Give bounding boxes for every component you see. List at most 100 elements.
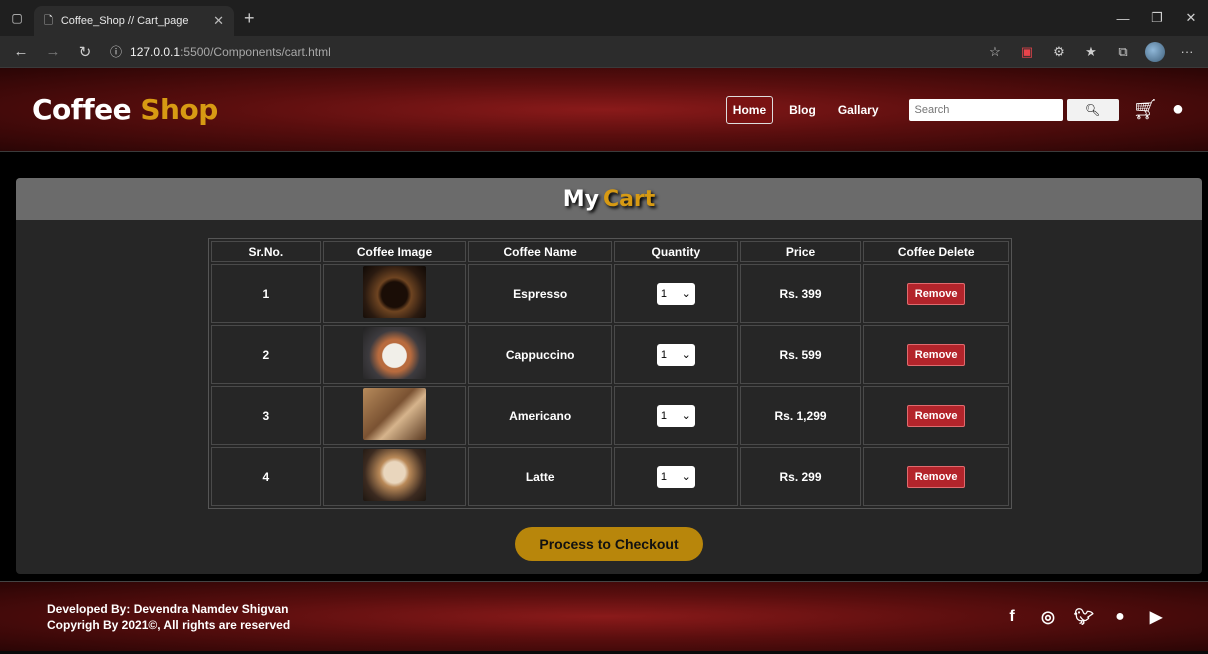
search-icon: 🔍︎ bbox=[1084, 102, 1101, 117]
cart-title-accent: Cart bbox=[602, 186, 656, 212]
coffee-name: Americano bbox=[468, 386, 613, 445]
pocket-icon[interactable]: ▣ bbox=[1014, 39, 1040, 65]
url-path: :5500/Components/cart.html bbox=[180, 44, 331, 59]
profile-avatar[interactable] bbox=[1142, 39, 1168, 65]
chevron-down-icon: ⌄ bbox=[681, 471, 691, 483]
new-tab-icon[interactable]: + bbox=[244, 8, 255, 29]
quantity-select[interactable]: 1 ⌄ bbox=[656, 404, 695, 427]
youtube-icon[interactable]: ▶ bbox=[1144, 605, 1168, 629]
tab-title: Coffee_Shop // Cart_page bbox=[60, 15, 189, 27]
add-favorite-icon[interactable]: ☆ bbox=[982, 39, 1008, 65]
collections-icon[interactable]: ⧉ bbox=[1110, 39, 1136, 65]
minimize-icon[interactable]: — bbox=[1106, 0, 1140, 36]
column-header: Coffee Image bbox=[322, 241, 467, 262]
remove-button[interactable]: Remove bbox=[907, 404, 966, 427]
coffee-image-cell bbox=[322, 447, 467, 506]
search-input[interactable] bbox=[908, 98, 1063, 121]
back-icon[interactable]: ← bbox=[8, 39, 34, 65]
column-header: Price bbox=[739, 241, 862, 262]
price: Rs. 599 bbox=[739, 325, 862, 384]
column-header: Coffee Name bbox=[468, 241, 613, 262]
browser-tools: ☆ ▣ ⚙ ★ ⧉ ··· bbox=[982, 39, 1200, 65]
brand-accent: Shop bbox=[140, 93, 218, 126]
more-menu-icon[interactable]: ··· bbox=[1174, 39, 1200, 65]
price: Rs. 1,299 bbox=[739, 386, 862, 445]
cart-title-main: My bbox=[562, 186, 599, 212]
site-logo[interactable]: Coffee Shop bbox=[32, 93, 218, 126]
search-form: 🔍︎ bbox=[908, 98, 1119, 121]
address-bar[interactable]: ⓘ 127.0.0.1:5500/Components/cart.html bbox=[104, 39, 976, 65]
delete-cell: Remove bbox=[863, 264, 1009, 323]
table-row: 3 Americano 1 ⌄ Rs. 1,299 Remove bbox=[211, 386, 1009, 445]
site-header: Coffee Shop Home Blog Gallary 🔍︎ 🛒︎ ● bbox=[0, 68, 1208, 152]
chevron-down-icon: ⌄ bbox=[681, 288, 691, 300]
column-header: Coffee Delete bbox=[863, 241, 1009, 262]
search-button[interactable]: 🔍︎ bbox=[1066, 98, 1119, 121]
close-tab-icon[interactable]: ✕ bbox=[213, 13, 224, 29]
quantity-value: 1 bbox=[660, 348, 667, 361]
chevron-down-icon: ⌄ bbox=[681, 410, 691, 422]
coffee-image bbox=[363, 266, 427, 318]
restore-icon[interactable]: ❐ bbox=[1140, 0, 1174, 36]
price: Rs. 399 bbox=[739, 264, 862, 323]
quantity-select[interactable]: 1 ⌄ bbox=[656, 282, 695, 305]
remove-button[interactable]: Remove bbox=[907, 343, 966, 366]
row-number: 1 bbox=[211, 264, 321, 323]
tab-actions-icon[interactable]: ▢ bbox=[0, 0, 34, 36]
table-row: 2 Cappuccino 1 ⌄ Rs. 599 Remove bbox=[211, 325, 1009, 384]
cart-table: Sr.No. Coffee Image Coffee Name Quantity… bbox=[208, 238, 1012, 509]
cart-icon[interactable]: 🛒︎ bbox=[1133, 97, 1158, 122]
table-row: 4 Latte 1 ⌄ Rs. 299 Remove bbox=[211, 447, 1009, 506]
column-header: Quantity bbox=[614, 241, 738, 262]
remove-button[interactable]: Remove bbox=[907, 465, 966, 488]
close-window-icon[interactable]: ✕ bbox=[1174, 0, 1208, 36]
spacer bbox=[0, 152, 1208, 178]
github-icon[interactable]: ● bbox=[1108, 605, 1132, 629]
twitter-icon[interactable]: 🐦︎ bbox=[1072, 605, 1096, 629]
checkout-wrap: Process to Checkout bbox=[16, 527, 1202, 561]
coffee-image bbox=[363, 449, 427, 501]
chevron-down-icon: ⌄ bbox=[681, 349, 691, 361]
browser-toolbar: ← → ↻ ⓘ 127.0.0.1:5500/Components/cart.h… bbox=[0, 36, 1208, 68]
coffee-name: Cappuccino bbox=[468, 325, 613, 384]
quantity-cell: 1 ⌄ bbox=[614, 386, 738, 445]
table-row: 1 Espresso 1 ⌄ Rs. 399 Remove bbox=[211, 264, 1009, 323]
quantity-value: 1 bbox=[660, 470, 667, 483]
quantity-select[interactable]: 1 ⌄ bbox=[656, 343, 695, 366]
browser-tabbar: ▢ 🗋 Coffee_Shop // Cart_page ✕ + — ❐ ✕ bbox=[0, 0, 1208, 36]
forward-icon[interactable]: → bbox=[40, 39, 66, 65]
extensions-icon[interactable]: ⚙ bbox=[1046, 39, 1072, 65]
quantity-cell: 1 ⌄ bbox=[614, 325, 738, 384]
row-number: 2 bbox=[211, 325, 321, 384]
cart-title: My Cart bbox=[16, 178, 1202, 220]
social-links: f ◎ 🐦︎ ● ▶ bbox=[1000, 605, 1168, 629]
footer-credits: Developed By: Devendra Namdev Shigvan Co… bbox=[47, 601, 290, 633]
checkout-button[interactable]: Process to Checkout bbox=[515, 527, 703, 561]
quantity-select[interactable]: 1 ⌄ bbox=[656, 465, 695, 488]
remove-button[interactable]: Remove bbox=[907, 282, 966, 305]
window-controls: — ❐ ✕ bbox=[1106, 0, 1208, 36]
table-header-row: Sr.No. Coffee Image Coffee Name Quantity… bbox=[211, 241, 1009, 262]
refresh-icon[interactable]: ↻ bbox=[72, 39, 98, 65]
row-number: 3 bbox=[211, 386, 321, 445]
nav-home[interactable]: Home bbox=[725, 95, 774, 124]
nav-blog[interactable]: Blog bbox=[783, 97, 822, 123]
site-footer: Developed By: Devendra Namdev Shigvan Co… bbox=[0, 581, 1208, 651]
instagram-icon[interactable]: ◎ bbox=[1036, 605, 1060, 629]
quantity-value: 1 bbox=[660, 409, 667, 422]
facebook-icon[interactable]: f bbox=[1000, 605, 1024, 629]
nav-gallery[interactable]: Gallary bbox=[832, 97, 885, 123]
coffee-name: Espresso bbox=[468, 264, 613, 323]
quantity-cell: 1 ⌄ bbox=[614, 447, 738, 506]
main-nav: Home Blog Gallary bbox=[725, 95, 885, 124]
delete-cell: Remove bbox=[863, 386, 1009, 445]
price: Rs. 299 bbox=[739, 447, 862, 506]
info-icon[interactable]: ⓘ bbox=[110, 43, 122, 60]
favorites-icon[interactable]: ★ bbox=[1078, 39, 1104, 65]
url-host: 127.0.0.1 bbox=[130, 44, 181, 59]
brand-main: Coffee bbox=[32, 93, 132, 126]
user-icon[interactable]: ● bbox=[1172, 98, 1184, 121]
delete-cell: Remove bbox=[863, 447, 1009, 506]
browser-tab[interactable]: 🗋 Coffee_Shop // Cart_page ✕ bbox=[34, 6, 234, 36]
coffee-image-cell bbox=[322, 386, 467, 445]
